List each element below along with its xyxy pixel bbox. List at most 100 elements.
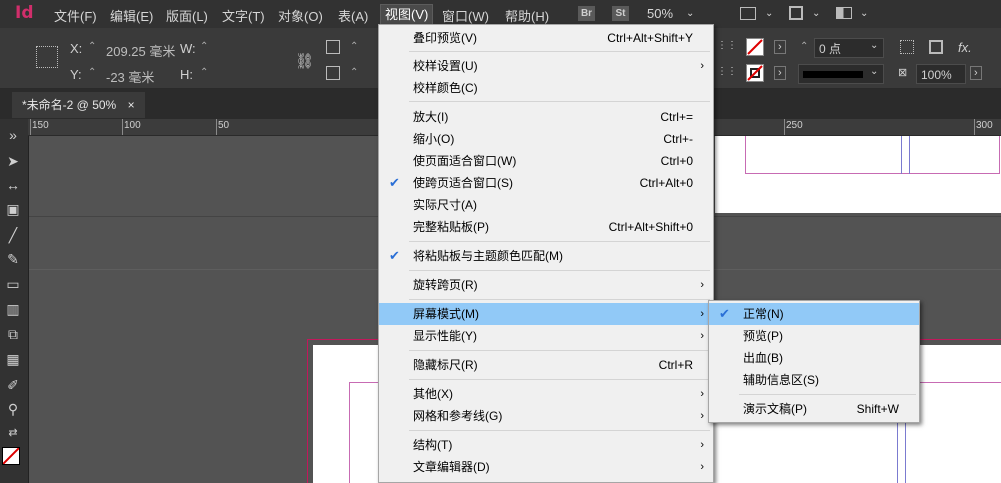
menu-item-match-pasteboard[interactable]: ✔ 将粘贴板与主题颜色匹配(M) [379, 245, 713, 267]
menu-edit[interactable]: 编辑(E) [110, 6, 153, 25]
opacity-icon: ⊠ [898, 67, 908, 79]
menu-object[interactable]: 对象(O) [278, 6, 323, 25]
table-tool-icon[interactable]: ▥ [2, 299, 24, 319]
menu-table[interactable]: 表(A) [338, 6, 368, 25]
zoom-level[interactable]: 50% [647, 6, 673, 21]
menu-item-screen-mode[interactable]: 屏幕模式(M) › [379, 303, 713, 325]
menu-item-hide-rulers[interactable]: 隐藏标尺(R) Ctrl+R [379, 354, 713, 376]
x-field[interactable]: 209.25 毫米 [106, 41, 175, 60]
spinner-icon[interactable]: ⌃ [88, 67, 96, 78]
link-icon[interactable]: ⛓ [295, 52, 314, 70]
chevron-down-icon[interactable]: ⌄ [860, 8, 868, 19]
menu-window[interactable]: 窗口(W) [442, 6, 489, 25]
flip-icon[interactable] [326, 40, 340, 54]
checkmark-icon: ✔ [719, 306, 730, 321]
menu-item-entire-pasteboard[interactable]: 完整粘贴板(P) Ctrl+Alt+Shift+0 [379, 216, 713, 238]
document-tab-label: *未命名-2 @ 50% [22, 98, 117, 112]
gap-tool-icon[interactable]: ↔ [2, 175, 24, 195]
chevron-down-icon[interactable]: ⌄ [812, 8, 820, 19]
chevron-right-icon[interactable]: › [970, 66, 982, 80]
chevron-right-icon: › [700, 330, 704, 342]
fill-swatch[interactable] [746, 38, 764, 56]
menu-item-proof-setup[interactable]: 校样设置(U) › [379, 55, 713, 77]
chevron-down-icon[interactable]: ⌄ [765, 8, 773, 19]
chevron-right-icon: › [700, 461, 704, 473]
menu-item-story-editor[interactable]: 文章编辑器(D) › [379, 456, 713, 478]
grid-icon[interactable]: ⋮⋮ [717, 66, 737, 77]
spinner-icon[interactable]: ⌃ [350, 41, 358, 52]
spinner-icon[interactable]: ⌃ [200, 41, 208, 52]
menu-item-zoom-in[interactable]: 放大(I) Ctrl+= [379, 106, 713, 128]
free-transform-icon[interactable]: ⧉ [2, 324, 24, 344]
bridge-button[interactable]: Br [578, 6, 595, 21]
checkmark-icon: ✔ [389, 248, 400, 263]
pen-tool-icon[interactable]: ✎ [2, 249, 24, 269]
menu-view[interactable]: 视图(V) [380, 4, 434, 26]
menu-item-bleed[interactable]: 出血(B) [709, 347, 919, 369]
rectangle-tool-icon[interactable]: ▭ [2, 274, 24, 294]
selection-tool-icon[interactable]: ➤ [2, 151, 24, 171]
chevron-right-icon[interactable]: › [774, 66, 786, 80]
spinner-icon[interactable]: ⌃ [200, 67, 208, 78]
spinner-icon[interactable]: ⌃ [350, 67, 358, 78]
menu-item-slug[interactable]: 辅助信息区(S) [709, 369, 919, 391]
chevron-right-icon: › [700, 308, 704, 320]
menu-item-actual-size[interactable]: 实际尺寸(A) [379, 194, 713, 216]
eyedropper-tool-icon[interactable]: ✐ [2, 375, 24, 395]
grid-icon[interactable]: ⋮⋮ [717, 40, 737, 51]
content-collector-icon[interactable]: ▣ [2, 199, 24, 219]
flip-icon[interactable] [326, 66, 340, 80]
close-icon[interactable]: × [128, 98, 135, 112]
page-top[interactable] [715, 136, 1001, 213]
y-label: Y: [70, 67, 82, 82]
menu-item-fit-page[interactable]: 使页面适合窗口(W) Ctrl+0 [379, 150, 713, 172]
swap-colors-icon[interactable]: ⇄ [2, 423, 24, 443]
fill-stroke-swatch[interactable] [2, 447, 20, 465]
menu-type[interactable]: 文字(T) [222, 6, 265, 25]
stroke-swatch[interactable] [746, 64, 764, 82]
menu-item-normal[interactable]: ✔ 正常(N) [709, 303, 919, 325]
menu-item-rotate-spread[interactable]: 旋转跨页(R) › [379, 274, 713, 296]
chevron-right-icon[interactable]: › [774, 40, 786, 54]
view-options-icon[interactable] [740, 7, 756, 20]
opacity-field[interactable]: 100% [916, 64, 966, 84]
menu-item-proof-colors[interactable]: 校样颜色(C) [379, 77, 713, 99]
menu-file[interactable]: 文件(F) [54, 6, 97, 25]
reference-point-icon[interactable] [36, 46, 58, 68]
screen-mode-icon[interactable] [789, 6, 803, 20]
line-tool-icon[interactable]: ╱ [2, 225, 24, 245]
x-label: X: [70, 41, 83, 56]
chevron-down-icon[interactable]: ⌄ [870, 40, 878, 51]
gradient-tool-icon[interactable]: ▦ [2, 349, 24, 369]
menu-item-structure[interactable]: 结构(T) › [379, 434, 713, 456]
chevron-right-icon: › [700, 410, 704, 422]
chevron-right-icon: › [700, 60, 704, 72]
stock-button[interactable]: St [612, 6, 629, 21]
arrange-documents-icon[interactable] [836, 7, 852, 19]
zoom-tool-icon[interactable]: ⚲ [2, 399, 24, 419]
menu-item-extras[interactable]: 其他(X) › [379, 383, 713, 405]
menu-item-overprint-preview[interactable]: 叠印预览(V) Ctrl+Alt+Shift+Y [379, 27, 713, 49]
menu-item-grids-guides[interactable]: 网格和参考线(G) › [379, 405, 713, 427]
screen-mode-submenu: ✔ 正常(N) 预览(P) 出血(B) 辅助信息区(S) 演示文稿(P) Shift… [708, 300, 920, 423]
chevron-right-icon: › [700, 279, 704, 291]
menu-item-preview[interactable]: 预览(P) [709, 325, 919, 347]
menu-help[interactable]: 帮助(H) [505, 6, 549, 25]
corner-options-icon[interactable] [900, 40, 914, 54]
menu-item-display-performance[interactable]: 显示性能(Y) › [379, 325, 713, 347]
chevron-down-icon[interactable]: ⌄ [686, 8, 694, 19]
spinner-icon[interactable]: ⌃ [800, 41, 808, 52]
menu-item-presentation[interactable]: 演示文稿(P) Shift+W [709, 398, 919, 420]
ruler-label: 250 [786, 120, 803, 131]
collapse-icon[interactable]: » [2, 125, 24, 145]
spinner-icon[interactable]: ⌃ [88, 41, 96, 52]
frame-icon[interactable] [929, 40, 943, 54]
menu-layout[interactable]: 版面(L) [166, 6, 208, 25]
chevron-down-icon[interactable]: ⌄ [870, 66, 878, 77]
document-tab[interactable]: *未命名-2 @ 50% × [12, 92, 145, 118]
ruler-label: 300 [976, 120, 993, 131]
menu-item-fit-spread[interactable]: ✔ 使跨页适合窗口(S) Ctrl+Alt+0 [379, 172, 713, 194]
menu-item-zoom-out[interactable]: 缩小(O) Ctrl+- [379, 128, 713, 150]
effects-icon[interactable]: fx. [958, 40, 972, 55]
y-field[interactable]: -23 毫米 [106, 67, 154, 86]
